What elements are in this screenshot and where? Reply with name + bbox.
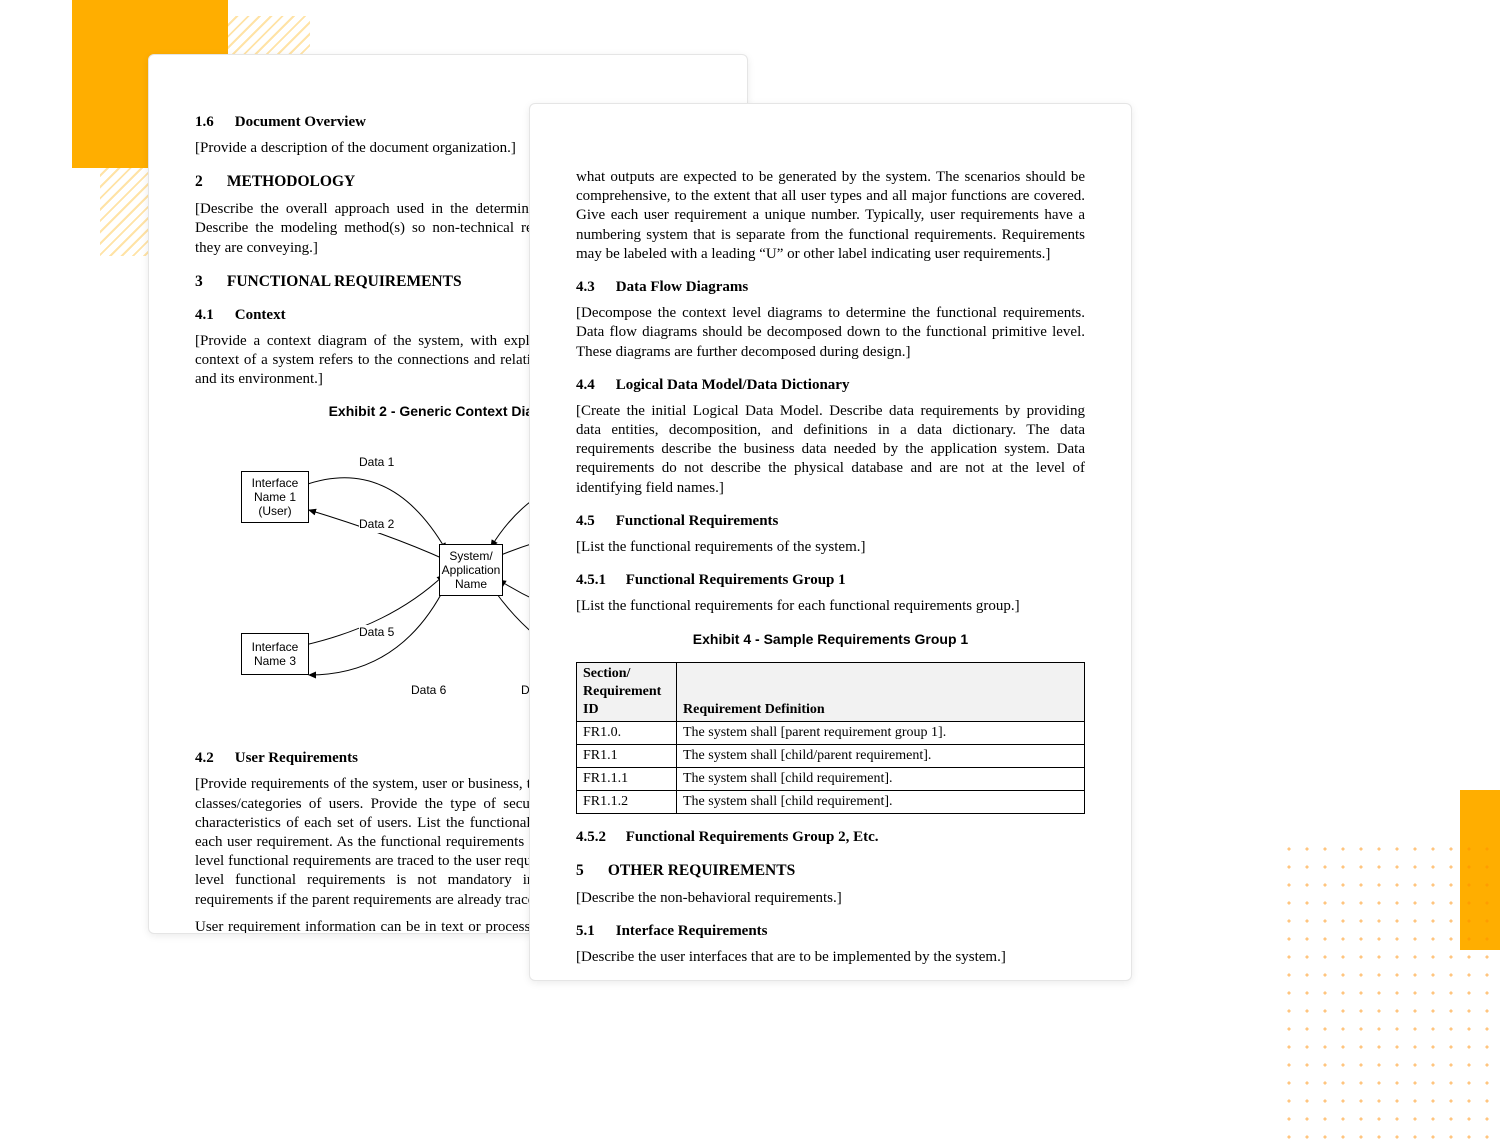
table-row: FR1.1.2 The system shall [child requirem… [577,790,1085,813]
interface-1-box: Interface Name 1 (User) [241,471,309,523]
heading-number: 2 [195,172,223,192]
heading-4-5: 4.5 Functional Requirements [576,512,1085,531]
heading-number: 3 [195,272,223,292]
table-row: FR1.1 The system shall [child/parent req… [577,745,1085,768]
data-5-label: Data 5 [359,625,394,640]
table-row: FR1.1.1 The system shall [child requirem… [577,768,1085,791]
body-4-5-1: [List the functional requirements for ea… [576,597,1085,616]
interface-3-box: Interface Name 3 [241,633,309,675]
heading-text: FUNCTIONAL REQUIREMENTS [227,273,462,290]
table-header-row: Section/ Requirement ID Requirement Defi… [577,663,1085,722]
heading-4-5-1: 4.5.1 Functional Requirements Group 1 [576,571,1085,590]
heading-number: 4.2 [195,749,231,768]
table-header-def: Requirement Definition [677,663,1085,722]
data-2-label: Data 2 [359,517,394,532]
body-5: [Describe the non-behavioral requirement… [576,889,1085,908]
body-4-4: [Create the initial Logical Data Model. … [576,402,1085,498]
heading-5: 5 OTHER REQUIREMENTS [576,861,1085,881]
heading-5-1: 5.1 Interface Requirements [576,922,1085,941]
document-page-right: what outputs are expected to be generate… [529,103,1132,981]
data-1-label: Data 1 [359,455,394,470]
body-continuation: what outputs are expected to be generate… [576,168,1085,264]
body-5-1: [Describe the user interfaces that are t… [576,948,1085,967]
requirements-table: Section/ Requirement ID Requirement Defi… [576,662,1085,813]
heading-number: 4.1 [195,306,231,325]
heading-text: Document Overview [235,114,366,130]
heading-4-4: 4.4 Logical Data Model/Data Dictionary [576,376,1085,395]
exhibit-4-caption: Exhibit 4 - Sample Requirements Group 1 [576,631,1085,649]
table-header-id: Section/ Requirement ID [577,663,677,722]
decorative-dots [1280,840,1500,1140]
data-6-label: Data 6 [411,683,446,698]
heading-text: METHODOLOGY [227,173,355,190]
table-row: FR1.0. The system shall [parent requirem… [577,722,1085,745]
heading-number: 1.6 [195,113,231,132]
heading-4-5-2: 4.5.2 Functional Requirements Group 2, E… [576,828,1085,847]
system-box: System/ Application Name [439,544,503,596]
heading-text: Context [235,307,286,323]
heading-4-3: 4.3 Data Flow Diagrams [576,278,1085,297]
heading-text: User Requirements [235,750,358,766]
body-4-5: [List the functional requirements of the… [576,538,1085,557]
body-4-3: [Decompose the context level diagrams to… [576,304,1085,362]
